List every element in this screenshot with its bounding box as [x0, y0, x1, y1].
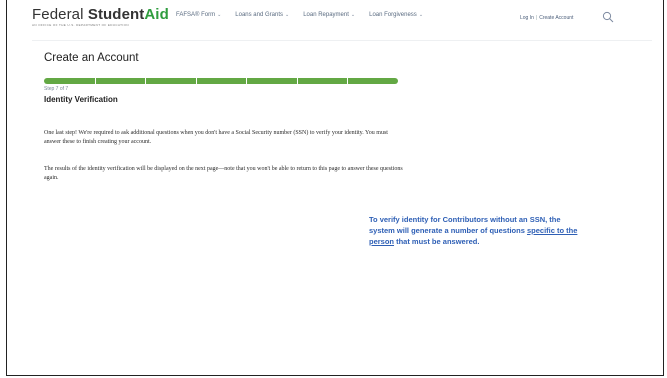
nav-item-label: Loans and Grants: [235, 12, 283, 18]
nav-item-label: Loan Forgiveness: [369, 12, 417, 18]
browser-viewport: Federal StudentAid AN OFFICE OF THE U.S.…: [12, 0, 658, 212]
chevron-down-icon: ⌄: [418, 12, 424, 18]
nav-divider: [32, 40, 652, 41]
nav-item-loan-repayment[interactable]: Loan Repayment ⌄: [303, 12, 355, 18]
top-navigation: Federal StudentAid AN OFFICE OF THE U.S.…: [32, 6, 652, 28]
main-content: Create an Account Step 7 of 7 Identity V…: [44, 52, 404, 181]
nav-item-fafsa[interactable]: FAFSA® Form ⌄: [176, 12, 221, 18]
step-indicator: Step 7 of 7: [44, 86, 69, 92]
nav-item-loan-forgiveness[interactable]: Loan Forgiveness ⌄: [369, 12, 423, 18]
progress-step-divider: [296, 78, 298, 84]
section-title: Identity Verification: [44, 95, 118, 104]
results-note-paragraph: The results of the identity verification…: [44, 166, 403, 181]
chevron-down-icon: ⌄: [217, 12, 222, 18]
logo-word-federal: Federal: [32, 6, 84, 23]
progress-step-divider: [145, 78, 147, 84]
chevron-down-icon: ⌄: [350, 12, 356, 18]
callout-text-end: that must be answered.: [394, 237, 480, 246]
progress-step-divider: [246, 78, 248, 84]
search-icon[interactable]: [602, 11, 614, 23]
page-title: Create an Account: [44, 52, 139, 64]
nav-item-label: FAFSA® Form: [176, 12, 216, 18]
nav-item-label: Loan Repayment: [303, 12, 349, 18]
progress-bar: [44, 78, 398, 84]
account-separator: |: [535, 15, 538, 21]
login-link[interactable]: Log In: [520, 15, 534, 21]
logo-word-aid: Aid: [144, 6, 169, 23]
main-nav: FAFSA® Form ⌄ Loans and Grants ⌄ Loan Re…: [176, 12, 423, 18]
chevron-down-icon: ⌄: [285, 12, 290, 18]
nav-item-loans-grants[interactable]: Loans and Grants ⌄: [235, 12, 289, 18]
logo-word-student: Student: [87, 6, 145, 23]
instruction-paragraph: One last step! We're required to ask add…: [44, 130, 388, 145]
annotation-callout: To verify identity for Contributors with…: [369, 214, 579, 247]
create-account-link[interactable]: Create Account: [539, 15, 573, 21]
logo-tagline: AN OFFICE OF THE U.S. DEPARTMENT OF EDUC…: [32, 23, 129, 27]
progress-step-divider: [347, 78, 349, 84]
progress-step-divider: [94, 78, 96, 84]
progress-step-divider: [195, 78, 197, 84]
fsa-logo[interactable]: Federal StudentAid AN OFFICE OF THE U.S.…: [32, 6, 169, 28]
account-links: Log In | Create Account: [520, 15, 573, 21]
